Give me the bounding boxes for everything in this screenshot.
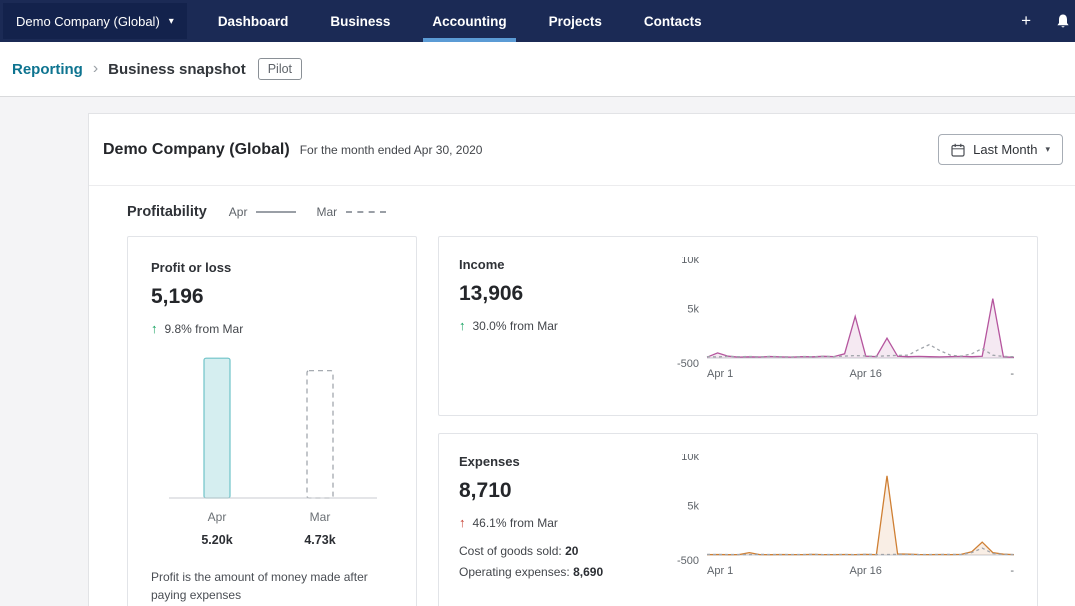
expenses-breakdown: Cost of goods sold: 20 Operating expense… [459,544,659,579]
report-header: Demo Company (Global) For the month ende… [89,114,1075,186]
dashed-line-swatch [346,211,386,213]
profit-loss-change: ↑ 9.8% from Mar [151,321,393,336]
top-navbar: Demo Company (Global) ▾ Dashboard Busine… [0,0,1075,42]
svg-text:-: - [1010,368,1014,380]
legend-mar-label: Mar [316,205,337,219]
profitability-section: Profitability Apr Mar Profit or loss 5,1… [89,186,1075,606]
profit-loss-value: 5,196 [151,285,393,309]
svg-text:5.20k: 5.20k [201,533,232,547]
chevron-down-icon: ▾ [169,16,174,27]
svg-text:Apr: Apr [208,510,227,524]
svg-text:4.73k: 4.73k [304,533,335,547]
income-change-text: 30.0% from Mar [473,319,558,333]
expenses-change: ↑ 46.1% from Mar [459,515,659,530]
date-range-button[interactable]: Last Month ▾ [938,134,1063,165]
opex-line: Operating expenses: 8,690 [459,565,659,579]
breadcrumb-reporting-link[interactable]: Reporting [12,61,83,78]
income-card: Income 13,906 ↑ 30.0% from Mar 10k 5k -500… [438,236,1038,416]
income-change: ↑ 30.0% from Mar [459,318,659,333]
cogs-value: 20 [565,544,578,558]
chevron-down-icon: ▾ [1045,144,1050,155]
profit-loss-card: Profit or loss 5,196 ↑ 9.8% from Mar Apr… [127,236,417,606]
profit-loss-title: Profit or loss [151,260,393,275]
svg-text:-500: -500 [677,358,699,370]
income-value: 13,906 [459,282,659,306]
svg-text:5k: 5k [687,501,699,513]
notifications-bell-icon[interactable] [1055,13,1071,30]
date-range-label: Last Month [973,142,1037,157]
svg-text:10k: 10k [681,454,699,463]
pilot-badge: Pilot [258,58,302,80]
breadcrumb: Reporting › Business snapshot Pilot [0,42,1075,97]
nav-item-dashboard[interactable]: Dashboard [197,0,310,42]
cogs-label: Cost of goods sold: [459,544,562,558]
nav-item-projects[interactable]: Projects [528,0,623,42]
breadcrumb-separator: › [93,60,98,78]
chart-legend: Apr Mar [229,205,386,219]
expenses-title: Expenses [459,454,659,469]
company-selector[interactable]: Demo Company (Global) ▾ [3,3,187,39]
profitability-panels: Profit or loss 5,196 ↑ 9.8% from Mar Apr… [127,236,1037,606]
main-nav: Dashboard Business Accounting Projects C… [197,0,723,42]
svg-text:-500: -500 [677,555,699,567]
expenses-line-chart: 10k 5k -500 Apr 1 Apr 16 - [665,454,1017,606]
svg-text:Apr 1: Apr 1 [707,368,733,380]
expenses-card: Expenses 8,710 ↑ 46.1% from Mar Cost of … [438,433,1038,606]
report-company-title: Demo Company (Global) [103,141,290,159]
opex-label: Operating expenses: [459,565,570,579]
svg-text:Apr 16: Apr 16 [849,565,881,577]
svg-text:10k: 10k [681,257,699,266]
svg-text:-: - [1010,565,1014,577]
nav-item-business[interactable]: Business [309,0,411,42]
opex-value: 8,690 [573,565,603,579]
up-arrow-icon: ↑ [459,515,466,530]
navbar-right: + [1021,0,1075,42]
nav-item-accounting[interactable]: Accounting [411,0,527,42]
svg-text:5k: 5k [687,304,699,316]
svg-text:Apr 16: Apr 16 [849,368,881,380]
svg-text:Mar: Mar [310,510,331,524]
expenses-value: 8,710 [459,479,659,503]
legend-item-mar: Mar [316,205,386,219]
legend-apr-label: Apr [229,205,248,219]
profit-loss-description: Profit is the amount of money made after… [151,568,393,604]
profit-loss-bar-chart: Apr Mar 5.20k 4.73k [151,346,393,552]
profit-loss-change-text: 9.8% from Mar [165,322,244,336]
solid-line-swatch [256,211,296,213]
income-title: Income [459,257,659,272]
report-period: For the month ended Apr 30, 2020 [300,143,483,157]
up-arrow-icon: ↑ [459,318,466,333]
nav-item-contacts[interactable]: Contacts [623,0,723,42]
income-line-chart: 10k 5k -500 Apr 1 Apr 16 - [665,257,1017,395]
section-title: Profitability [127,204,207,220]
cogs-line: Cost of goods sold: 20 [459,544,659,558]
svg-text:Apr 1: Apr 1 [707,565,733,577]
calendar-icon [951,143,965,157]
company-selector-label: Demo Company (Global) [16,14,160,29]
add-button[interactable]: + [1021,11,1031,31]
page-title: Business snapshot [108,61,246,78]
legend-item-apr: Apr [229,205,297,219]
up-arrow-icon: ↑ [151,321,158,336]
business-snapshot-card: Demo Company (Global) For the month ende… [88,113,1075,606]
expenses-change-text: 46.1% from Mar [473,516,558,530]
